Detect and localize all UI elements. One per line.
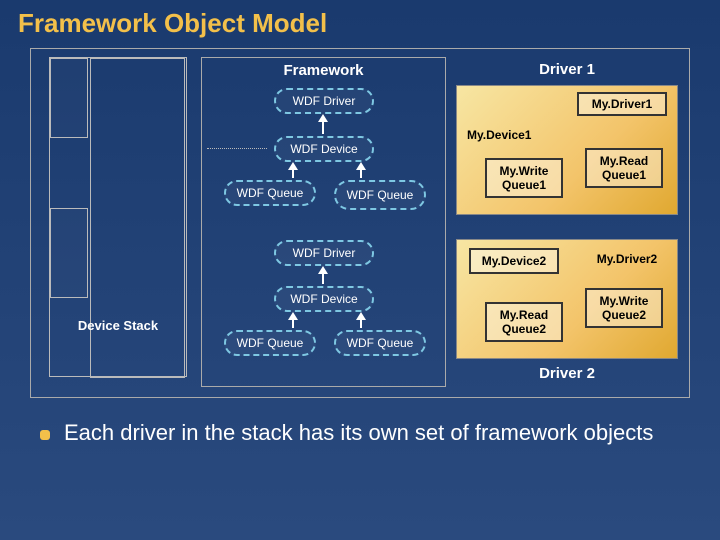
wdf-queue-1b: WDF Queue (334, 180, 426, 210)
wdf-device-2: WDF Device (274, 286, 374, 312)
driver2-title: Driver 2 (456, 365, 678, 382)
driver2-panel: My.Device2 My.Driver2 My.Read Queue2 My.… (456, 239, 678, 359)
my-write-queue2-box: My.Write Queue2 (585, 288, 663, 328)
wdf-queue-2a: WDF Queue (224, 330, 316, 356)
device-stack-area: Device Stack (49, 57, 187, 377)
my-read-queue2-box: My.Read Queue2 (485, 302, 563, 342)
device-stack-label: Device Stack (50, 318, 186, 333)
wdf-queue-1a: WDF Queue (224, 180, 316, 206)
my-device2-box: My.Device2 (469, 248, 559, 274)
my-write-queue1-box: My.Write Queue1 (485, 158, 563, 198)
my-read-queue1-box: My.Read Queue1 (585, 148, 663, 188)
driver1-panel: My.Driver1 My.Device1 My.Write Queue1 My… (456, 85, 678, 215)
bullet-icon (40, 430, 50, 440)
arrow-up-icon (288, 162, 298, 170)
footer-bullet: Each driver in the stack has its own set… (40, 420, 680, 446)
diagram-container: Device Stack Framework WDF Driver WDF De… (30, 48, 690, 398)
wdf-device-1: WDF Device (274, 136, 374, 162)
arrow-up-icon (288, 312, 298, 320)
my-driver2-label: My.Driver2 (585, 246, 669, 272)
wdf-driver-2: WDF Driver (274, 240, 374, 266)
stack-box-small-top (50, 58, 88, 138)
footer-text: Each driver in the stack has its own set… (64, 420, 653, 446)
dotted-line-icon (207, 148, 267, 149)
wdf-driver-1: WDF Driver (274, 88, 374, 114)
my-device1-label: My.Device1 (467, 128, 531, 142)
driver1-title: Driver 1 (456, 61, 678, 78)
arrow-up-icon (318, 114, 328, 122)
my-driver1-box: My.Driver1 (577, 92, 667, 116)
arrow-up-icon (356, 312, 366, 320)
wdf-queue-2b: WDF Queue (334, 330, 426, 356)
stack-box-small-bottom (50, 208, 88, 298)
arrow-up-icon (318, 266, 328, 274)
slide-title: Framework Object Model (0, 0, 720, 43)
arrow-up-icon (356, 162, 366, 170)
driver-column: Driver 1 My.Driver1 My.Device1 My.Write … (456, 57, 678, 387)
framework-column: Framework WDF Driver WDF Device WDF Queu… (201, 57, 446, 387)
framework-label: Framework (202, 62, 445, 79)
